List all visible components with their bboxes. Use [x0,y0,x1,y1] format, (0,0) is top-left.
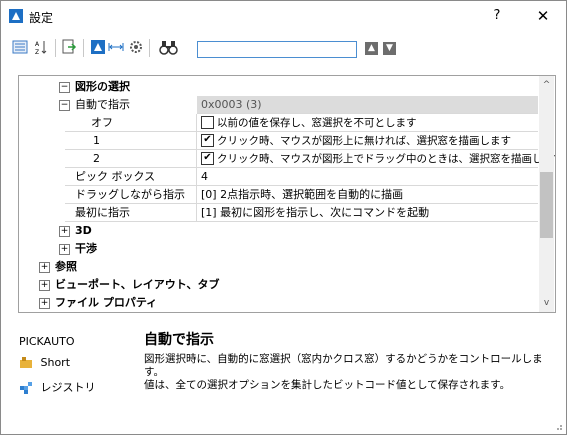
settings-window: 設定 ? ✕ AZ ▲ ▼ − 図形の選択 − 自動で指示 0x0003 (3)… [0,0,567,435]
option-label: 2 [93,152,100,165]
search-input[interactable] [197,41,357,58]
property-value: 0x0003 (3) [201,98,262,111]
tree-node-label: ビューポート、レイアウト、タブ [55,278,220,291]
scrollbar-thumb[interactable] [540,172,553,238]
app-logo-icon [9,9,23,23]
property-row-auto-select[interactable]: − 自動で指示 0x0003 (3) [19,96,538,114]
option-row-1[interactable]: 1 ✔ クリック時、マウスが図形上に無ければ、選択窓を描画します [19,132,538,150]
option-label-cell: 2 [65,150,197,168]
tree-node-label: 3D [75,224,92,237]
tree-node-label: 図形の選択 [75,80,130,93]
option-text: 以前の値を保存し、窓選択を不可とします [217,117,417,129]
property-value: 4 [201,170,208,183]
description-text: 図形選択時に、自動的に窓選択（窓内かクロス窓）するかどうかをコントロールします。… [144,353,554,392]
property-value-cell[interactable]: [1] 最初に図形を指示し、次にコマンドを起動 [197,204,538,222]
option-off-checkbox[interactable] [201,115,214,129]
description-line: 図形選択時に、自動的に窓選択（窓内かクロス窓）するかどうかをコントロールします。 [144,353,543,378]
toolbar-separator [149,39,150,57]
option-label-cell: 1 [65,132,197,150]
next-result-button[interactable]: ▼ [383,42,396,55]
property-label-cell: 最初に指示 [65,204,197,222]
option-row-2[interactable]: 2 ✔ クリック時、マウスが図形上でドラッグ中のときは、選択窓を描画します [19,150,555,168]
option-value-cell: 以前の値を保存し、窓選択を不可とします [197,114,538,132]
tree-node-label: ファイル プロパティ [55,296,158,309]
option-value-cell: ✔ クリック時、マウスが図形上に無ければ、選択窓を描画します [197,132,538,150]
system-variable-name: PICKAUTO [19,335,75,348]
property-label-cell: ピック ボックス [65,168,197,186]
collapse-toggle-icon[interactable]: − [59,100,70,111]
option-text: クリック時、マウスが図形上でドラッグ中のときは、選択窓を描画します [217,153,556,165]
title-bar: 設定 ? ✕ [1,1,566,31]
tree-node-3d[interactable]: + 3D [19,222,538,240]
property-label-cell: ドラッグしながら指示 [65,186,197,204]
app-settings-icon[interactable] [90,39,106,55]
tree-node-selection[interactable]: − 図形の選択 [19,78,538,96]
property-value: [0] 2点指示時、選択範囲を自動的に描画 [201,188,404,201]
registry-label: レジストリ [40,381,96,394]
option-value-cell: ✔ クリック時、マウスが図形上でドラッグ中のときは、選択窓を描画します [197,150,555,168]
option-label: 1 [93,134,100,147]
tree-node-label: 参照 [55,260,77,273]
short-type-item: Short [19,356,70,370]
sort-alpha-icon[interactable]: AZ [34,39,50,56]
resize-grip-icon[interactable] [553,421,563,431]
tree-node-file-properties[interactable]: + ファイル プロパティ [19,294,538,312]
tree-node-viewport[interactable]: + ビューポート、レイアウト、タブ [19,276,538,294]
short-type-label: Short [40,356,71,369]
registry-item: レジストリ [19,379,96,395]
expand-toggle-icon[interactable]: + [39,280,50,291]
description-panel: PICKAUTO 自動で指示 Short レジストリ 図形選択時に、自動的に窓選… [1,319,566,434]
export-icon[interactable] [61,39,77,55]
description-heading: 自動で指示 [144,332,214,348]
toolbar: AZ ▲ ▼ [1,35,566,63]
option-row-off[interactable]: オフ 以前の値を保存し、窓選択を不可とします [19,114,538,132]
property-label: ピック ボックス [75,170,156,183]
scroll-down-icon[interactable]: v [539,296,554,310]
previous-result-button[interactable]: ▲ [365,42,378,55]
property-label: 最初に指示 [75,206,130,219]
scroll-up-icon[interactable]: ^ [539,78,554,92]
option-1-checkbox[interactable]: ✔ [201,133,214,147]
tree-node-reference[interactable]: + 参照 [19,258,538,276]
tree-node-interference[interactable]: + 干渉 [19,240,538,258]
property-row-pickbox[interactable]: ピック ボックス 4 [19,168,538,186]
binoculars-icon[interactable] [159,39,178,55]
property-label: 自動で指示 [75,98,130,111]
option-text: クリック時、マウスが図形上に無ければ、選択窓を描画します [217,135,511,147]
property-value-cell[interactable]: 0x0003 (3) [197,96,538,114]
vertical-scrollbar[interactable]: ^ v [539,76,554,312]
dimension-icon[interactable] [108,39,124,55]
toolbar-separator [83,39,84,57]
collapse-toggle-icon[interactable]: − [59,82,70,93]
tree-node-label: 干渉 [75,242,97,255]
help-button[interactable]: ? [485,5,509,27]
svg-text:A: A [35,41,40,48]
registry-icon [20,382,32,394]
option-2-checkbox[interactable]: ✔ [201,151,214,165]
svg-text:Z: Z [35,49,39,55]
window-title: 設定 [29,11,54,25]
expand-toggle-icon[interactable]: + [39,298,50,309]
gear-icon[interactable] [128,39,144,55]
property-label: ドラッグしながら指示 [75,188,185,201]
option-label: オフ [91,116,113,129]
description-line: 値は、全ての選択オプションを集計したビットコード値として保存されます。 [144,379,511,391]
expand-toggle-icon[interactable]: + [59,226,70,237]
close-button[interactable]: ✕ [529,5,557,27]
property-value: [1] 最初に図形を指示し、次にコマンドを起動 [201,206,430,219]
property-value-cell[interactable]: 4 [197,168,538,186]
settings-tree-panel: − 図形の選択 − 自動で指示 0x0003 (3) オフ 以前の値を保存し、窓… [18,75,556,313]
expand-toggle-icon[interactable]: + [39,262,50,273]
categorized-view-icon[interactable] [12,39,28,55]
toolbar-separator [55,39,56,57]
property-row-select-first[interactable]: 最初に指示 [1] 最初に図形を指示し、次にコマンドを起動 [19,204,538,222]
option-label-cell: オフ [65,114,197,132]
property-value-cell[interactable]: [0] 2点指示時、選択範囲を自動的に描画 [197,186,538,204]
expand-toggle-icon[interactable]: + [59,244,70,255]
data-type-icon [20,357,32,368]
property-row-drag-select[interactable]: ドラッグしながら指示 [0] 2点指示時、選択範囲を自動的に描画 [19,186,538,204]
